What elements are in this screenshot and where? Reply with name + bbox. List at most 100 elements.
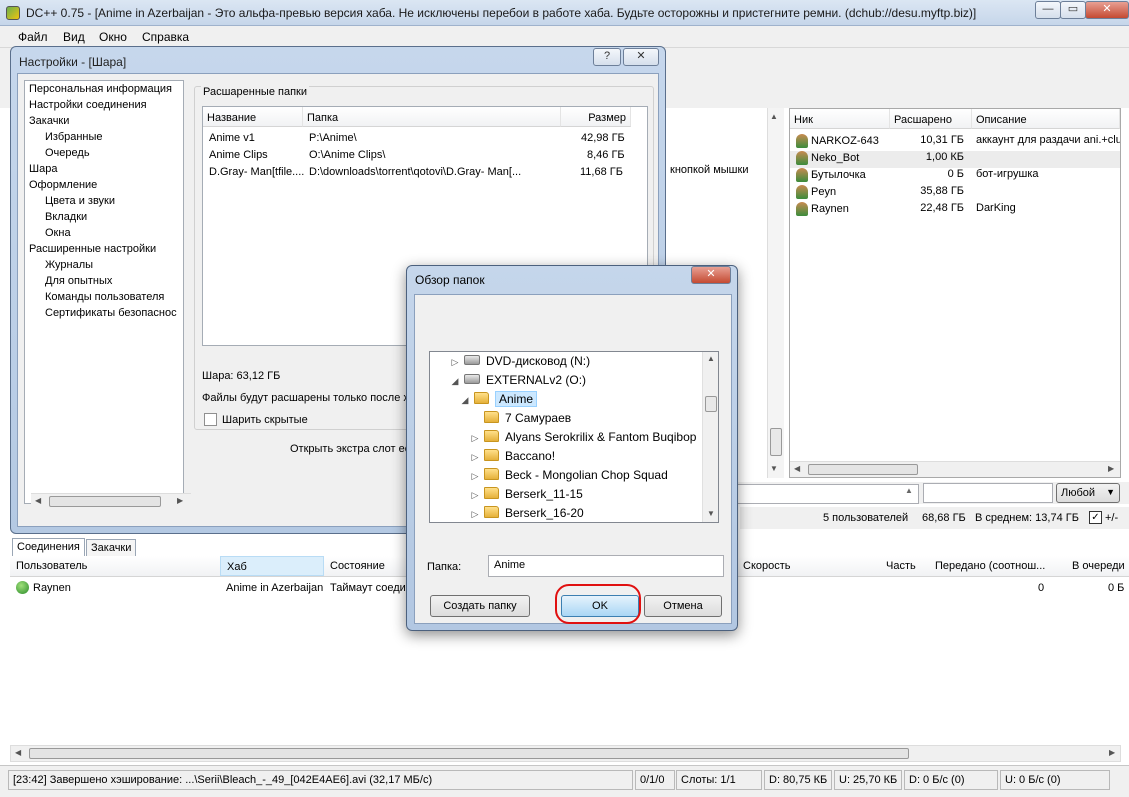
search-type-dropdown[interactable]: Любой ▼ bbox=[1056, 483, 1120, 503]
list-item[interactable]: Бутылочка 0 Б бот-игрушка bbox=[790, 168, 1120, 185]
settings-close-button[interactable]: ✕ bbox=[623, 48, 659, 66]
menu-window[interactable]: Окно bbox=[99, 30, 127, 44]
nav-item[interactable]: Персональная информация bbox=[29, 83, 172, 95]
scroll-thumb[interactable] bbox=[808, 464, 918, 475]
expander-icon[interactable]: ▷ bbox=[470, 448, 480, 467]
transfers-hscroll[interactable]: ◀ ▶ bbox=[10, 745, 1121, 762]
column-state[interactable]: Состояние bbox=[330, 560, 385, 572]
nav-item[interactable]: Закачки bbox=[29, 115, 69, 127]
browse-close-button[interactable]: ✕ bbox=[691, 266, 731, 284]
column-shared[interactable]: Расшарено bbox=[890, 109, 972, 129]
nav-item[interactable]: Журналы bbox=[45, 259, 93, 271]
tree-item[interactable]: ▷ Berserk_16-20 bbox=[430, 504, 584, 522]
menu-file[interactable]: Файл bbox=[18, 30, 48, 44]
expander-icon[interactable]: ▷ bbox=[470, 505, 480, 522]
nav-item[interactable]: Для опытных bbox=[45, 275, 112, 287]
create-folder-button[interactable]: Создать папку bbox=[430, 595, 530, 617]
scroll-left-icon[interactable]: ◀ bbox=[794, 464, 800, 473]
scroll-thumb[interactable] bbox=[29, 748, 909, 759]
tree-item[interactable]: ▷ DVD-дисковод (N:) bbox=[430, 352, 591, 372]
userlist-toggle-checkbox[interactable]: ✓ bbox=[1089, 511, 1102, 524]
list-item[interactable]: Peyn 35,88 ГБ bbox=[790, 185, 1120, 202]
nav-hscroll[interactable]: ◀ ▶ bbox=[31, 493, 191, 510]
list-item[interactable]: Neko_Bot 1,00 КБ bbox=[790, 151, 1120, 168]
tree-item[interactable]: ◢ Anime bbox=[430, 390, 538, 410]
tree-item[interactable]: ▷ Baccano! bbox=[430, 447, 555, 466]
column-path[interactable]: Папка bbox=[303, 107, 561, 127]
spin-icon[interactable]: ▲ bbox=[905, 486, 913, 495]
scroll-right-icon[interactable]: ▶ bbox=[1109, 748, 1115, 757]
nav-item[interactable]: Оформление bbox=[29, 179, 97, 191]
nav-item[interactable]: Цвета и звуки bbox=[45, 195, 115, 207]
scroll-thumb[interactable] bbox=[705, 396, 717, 412]
user-list-hscroll[interactable]: ◀ ▶ bbox=[790, 461, 1120, 477]
maximize-button[interactable]: ▭ bbox=[1060, 1, 1086, 19]
expander-icon[interactable]: ▷ bbox=[470, 429, 480, 448]
tab-connections[interactable]: Соединения bbox=[12, 538, 85, 556]
cancel-button[interactable]: Отмена bbox=[644, 595, 722, 617]
user-description: DarKing bbox=[976, 202, 1016, 214]
scroll-left-icon[interactable]: ◀ bbox=[15, 748, 21, 757]
chat-input[interactable] bbox=[737, 484, 919, 504]
expander-icon[interactable]: ▷ bbox=[450, 353, 460, 372]
nav-item[interactable]: Команды пользователя bbox=[45, 291, 164, 303]
scroll-left-icon[interactable]: ◀ bbox=[35, 496, 41, 505]
column-transferred[interactable]: Передано (соотнош... bbox=[935, 560, 1045, 572]
folder-name[interactable]: D.Gray- Man[tfile.... bbox=[209, 166, 304, 178]
column-part[interactable]: Часть bbox=[886, 560, 916, 572]
scroll-right-icon[interactable]: ▶ bbox=[177, 496, 183, 505]
list-item[interactable]: Raynen 22,48 ГБ DarKing bbox=[790, 202, 1120, 219]
column-description[interactable]: Описание bbox=[972, 109, 1120, 129]
nav-item[interactable]: Окна bbox=[45, 227, 71, 239]
close-button[interactable]: ✕ bbox=[1085, 1, 1129, 19]
hub-scrollbar[interactable]: ▲ ▼ bbox=[767, 108, 784, 478]
column-queued[interactable]: В очереди bbox=[1072, 560, 1125, 572]
tree-scrollbar[interactable]: ▲ ▼ bbox=[702, 352, 718, 522]
menu-help[interactable]: Справка bbox=[142, 30, 189, 44]
nav-item[interactable]: Сертификаты безопаснос bbox=[45, 307, 177, 319]
column-hub[interactable]: Хаб bbox=[220, 556, 324, 576]
column-speed[interactable]: Скорость bbox=[743, 560, 791, 572]
nav-item[interactable]: Шара bbox=[29, 163, 57, 175]
menu-view[interactable]: Вид bbox=[63, 30, 85, 44]
tree-item[interactable]: ▷ Alyans Serokrilix & Fantom Buqibop bbox=[430, 428, 696, 447]
minimize-button[interactable]: — bbox=[1035, 1, 1061, 19]
expander-icon[interactable]: ▷ bbox=[470, 467, 480, 486]
tab-downloads[interactable]: Закачки bbox=[86, 539, 137, 557]
settings-nav-tree[interactable]: Персональная информация Настройки соедине… bbox=[24, 80, 191, 510]
column-nick[interactable]: Ник bbox=[790, 109, 890, 129]
expander-icon[interactable]: ◢ bbox=[450, 372, 460, 391]
help-button[interactable]: ? bbox=[593, 48, 621, 66]
scroll-up-icon[interactable]: ▲ bbox=[770, 112, 778, 121]
user-list[interactable]: Ник Расшарено Описание NARKOZ-643 10,31 … bbox=[789, 108, 1121, 478]
column-user[interactable]: Пользователь bbox=[16, 560, 87, 572]
tree-item[interactable]: 7 Самураев bbox=[430, 409, 571, 428]
folder-path: P:\Anime\ bbox=[309, 132, 357, 144]
scroll-down-icon[interactable]: ▼ bbox=[770, 464, 778, 473]
column-size[interactable]: Размер bbox=[561, 107, 631, 127]
scroll-up-icon[interactable]: ▲ bbox=[707, 354, 715, 363]
column-name[interactable]: Название bbox=[203, 107, 303, 127]
nav-item[interactable]: Расширенные настройки bbox=[29, 243, 156, 255]
scroll-right-icon[interactable]: ▶ bbox=[1108, 464, 1114, 473]
scroll-thumb[interactable] bbox=[770, 428, 782, 456]
nav-item[interactable]: Очередь bbox=[45, 147, 90, 159]
nav-item[interactable]: Избранные bbox=[45, 131, 103, 143]
nav-item[interactable]: Вкладки bbox=[45, 211, 87, 223]
tree-item[interactable]: ▷ Beck - Mongolian Chop Squad bbox=[430, 466, 668, 485]
nav-item[interactable]: Настройки соединения bbox=[29, 99, 147, 111]
expander-icon[interactable]: ◢ bbox=[460, 391, 470, 410]
share-hidden-checkbox[interactable] bbox=[204, 413, 217, 426]
expander-icon[interactable]: ▷ bbox=[470, 486, 480, 505]
scroll-thumb[interactable] bbox=[49, 496, 161, 507]
search-input[interactable] bbox=[923, 483, 1053, 503]
folder-name[interactable]: Anime Clips bbox=[209, 149, 268, 161]
scroll-down-icon[interactable]: ▼ bbox=[707, 509, 715, 518]
tree-item[interactable]: ◢ EXTERNALv2 (O:) bbox=[430, 371, 587, 391]
tree-item-label: EXTERNALv2 (O:) bbox=[486, 373, 587, 387]
folder-tree[interactable]: ▷ DVD-дисковод (N:) ◢ EXTERNALv2 (O:) ◢ Anime… bbox=[429, 351, 719, 523]
folder-name[interactable]: Anime v1 bbox=[209, 132, 255, 144]
folder-field[interactable]: Anime bbox=[488, 555, 724, 577]
tree-item[interactable]: ▷ Berserk_11-15 bbox=[430, 485, 583, 504]
list-item[interactable]: NARKOZ-643 10,31 ГБ аккаунт для раздачи … bbox=[790, 134, 1120, 151]
